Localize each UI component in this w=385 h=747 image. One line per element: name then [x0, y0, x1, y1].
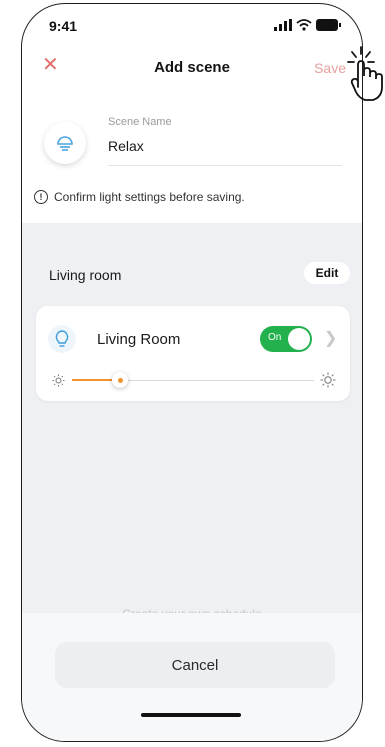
tap-hand-icon [347, 46, 383, 101]
light-card[interactable] [36, 306, 350, 401]
toggle-label: On [268, 332, 282, 343]
brightness-high-icon [320, 372, 336, 388]
scene-name-label: Scene Name [108, 116, 172, 128]
status-icons [274, 19, 342, 31]
scene-icon-button[interactable] [44, 122, 86, 164]
notice-text: Confirm light settings before saving. [54, 190, 245, 204]
bulb-outline-icon [55, 330, 69, 347]
light-toggle[interactable]: On [260, 326, 312, 352]
cancel-button[interactable]: Cancel [55, 642, 335, 688]
brightness-low-icon [52, 374, 65, 387]
page-title: Add scene [154, 59, 230, 76]
lightbulb-icon [57, 136, 73, 151]
wifi-icon [296, 19, 312, 31]
signal-icon [274, 19, 292, 31]
brightness-slider-handle[interactable] [112, 372, 128, 388]
notice: ! Confirm light settings before saving. [34, 190, 245, 204]
light-name: Living Room [97, 331, 181, 348]
scene-name-input[interactable]: Relax [108, 138, 144, 154]
home-indicator [141, 713, 241, 717]
light-icon [48, 325, 76, 353]
room-label: Living room [49, 267, 122, 283]
battery-icon [316, 19, 341, 31]
scene-name-underline [108, 165, 342, 166]
info-icon: ! [34, 190, 48, 204]
slider-handle-dot [117, 377, 123, 383]
toggle-knob [288, 328, 310, 350]
status-time: 9:41 [49, 18, 78, 34]
save-button[interactable]: Save [314, 60, 346, 76]
edit-button[interactable]: Edit [304, 262, 350, 284]
chevron-right-icon[interactable]: ❯ [324, 328, 337, 348]
phone-frame: 9:41 ✕ Add scene Save Scene Name Relax !… [21, 3, 363, 742]
